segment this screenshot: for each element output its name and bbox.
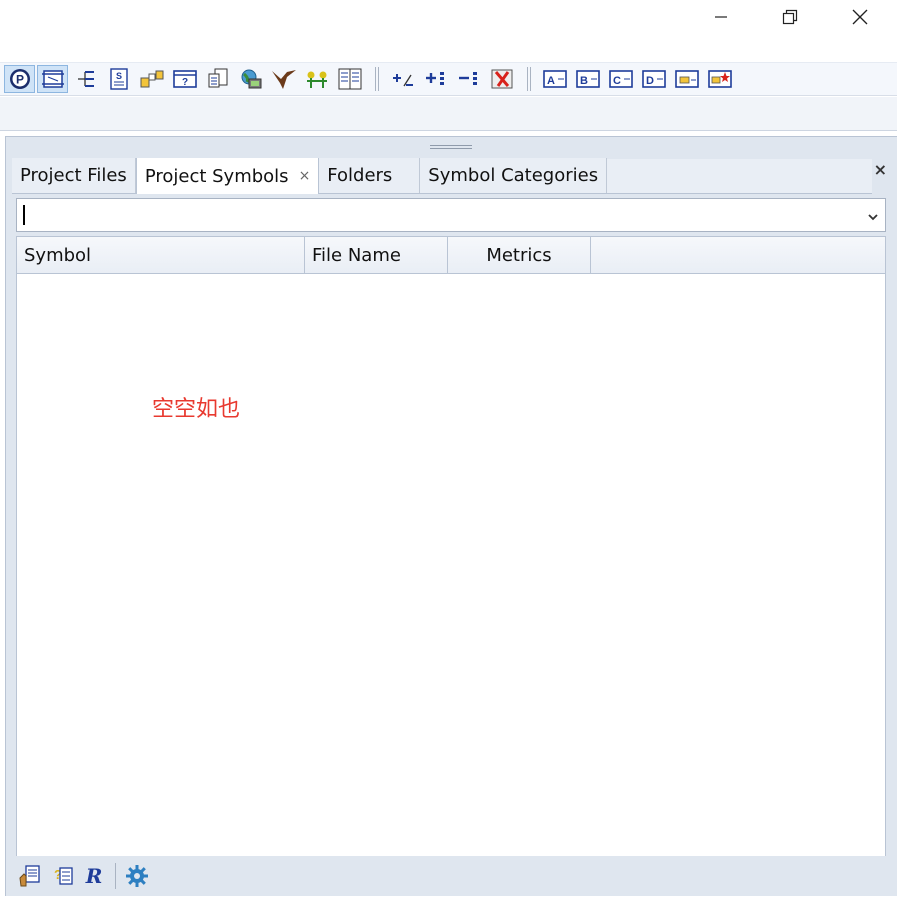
help-context-button[interactable]: ? [169,65,200,93]
source-file-icon: S [109,68,128,90]
text-caret [23,205,25,225]
delete-red-x-icon [491,69,512,89]
tab-folders[interactable]: Folders [319,158,421,193]
split-view-button[interactable] [334,65,365,93]
bird-icon [271,70,296,89]
merge-icon [306,71,327,88]
column-header-file-name[interactable]: File Name [305,237,448,273]
bookmark-d-button[interactable]: D [638,65,669,93]
svg-text:D: D [646,75,654,87]
restore-button[interactable] [767,0,813,34]
browse-web-button[interactable] [235,65,266,93]
symbol-window-icon [41,70,64,88]
tab-label: Symbol Categories [428,165,599,186]
relation-tree-icon [77,71,94,87]
restore-icon [782,9,798,25]
hand-properties-icon [18,865,40,887]
expand-collapse-icon [392,74,413,87]
file-compare-button[interactable] [202,65,233,93]
bookmark-folder-button[interactable] [671,65,702,93]
tab-close-icon[interactable]: × [299,168,311,184]
minimize-icon [715,16,727,18]
column-header-metrics[interactable]: Metrics [448,237,591,273]
symbol-window-button[interactable] [37,65,68,93]
merge-button[interactable] [301,65,332,93]
panel-tab-strip: Project Files Project Symbols × Folders … [12,158,872,194]
delete-button[interactable] [486,65,517,93]
settings-button[interactable] [121,861,152,891]
svg-text:P: P [15,73,23,87]
tab-label: Project Symbols [144,165,289,187]
bookmark-a-button[interactable]: A [539,65,570,93]
collapse-all-icon [458,72,477,85]
main-toolbar: P S ? A B C D [0,62,897,96]
folder-structure-icon [140,70,163,88]
chevron-down-icon [868,214,878,221]
browse-web-icon [241,69,261,89]
regex-r-icon: R [84,865,102,887]
tab-label: Folders [327,165,393,186]
bookmark-a-icon: A [542,70,567,88]
relation-tree-button[interactable] [70,65,101,93]
source-file-button[interactable]: S [103,65,134,93]
bookmark-d-icon: D [641,70,666,88]
expand-all-icon [425,72,444,85]
project-symbol-icon: P [9,69,30,89]
svg-text:S: S [116,71,122,81]
bookmark-c-icon: C [608,70,633,88]
panel-bottom-toolbar: ? R [12,857,897,895]
bottom-toolbar-separator [115,863,116,889]
bookmark-folder-icon [674,70,699,88]
svg-text:?: ? [181,77,187,88]
folder-structure-button[interactable] [136,65,167,93]
file-compare-icon [208,68,227,88]
bookmark-new-icon [707,70,732,88]
toolbar-separator [373,65,381,93]
column-header-symbol[interactable]: Symbol [17,237,305,273]
help-list-icon: ? [54,867,73,885]
symbol-list[interactable]: 空空如也 [16,274,886,856]
panel-drag-grip[interactable] [6,137,896,157]
split-view-icon [338,68,361,90]
project-symbol-button[interactable]: P [4,65,35,93]
bookmark-b-button[interactable]: B [572,65,603,93]
close-window-button[interactable] [837,0,883,34]
close-icon [852,9,868,25]
svg-text:B: B [580,75,588,87]
regex-button[interactable]: R [78,861,109,891]
bookmark-c-button[interactable]: C [605,65,636,93]
toolbar-separator [525,65,533,93]
expand-all-button[interactable] [420,65,451,93]
minimize-button[interactable] [698,0,744,34]
symbol-filter-combo[interactable] [16,198,886,232]
bookmark-b-icon: B [575,70,600,88]
svg-text:R: R [84,865,102,887]
properties-button[interactable] [14,861,45,891]
empty-note: 空空如也 [152,397,241,422]
tab-label: Project Files [20,165,127,186]
help-context-icon: ? [172,70,197,88]
help-list-button[interactable]: ? [46,861,77,891]
symbol-list-header: Symbol File Name Metrics [16,236,886,274]
toolbar-band [0,97,897,131]
collapse-all-button[interactable] [453,65,484,93]
tab-project-files[interactable]: Project Files [12,158,136,193]
dropdown-arrow-button[interactable] [867,207,879,228]
tab-symbol-categories[interactable]: Symbol Categories [420,158,608,193]
window-caption-bar [0,0,897,36]
expand-collapse-button[interactable] [387,65,418,93]
settings-gear-icon [125,865,148,887]
tab-project-symbols[interactable]: Project Symbols × [135,158,320,194]
symbols-panel: × Project Files Project Symbols × Folder… [5,136,897,896]
bird-button[interactable] [268,65,299,93]
svg-text:A: A [547,75,555,87]
panel-close-button[interactable]: × [874,160,887,179]
bookmark-new-button[interactable] [704,65,735,93]
svg-text:C: C [613,75,621,87]
